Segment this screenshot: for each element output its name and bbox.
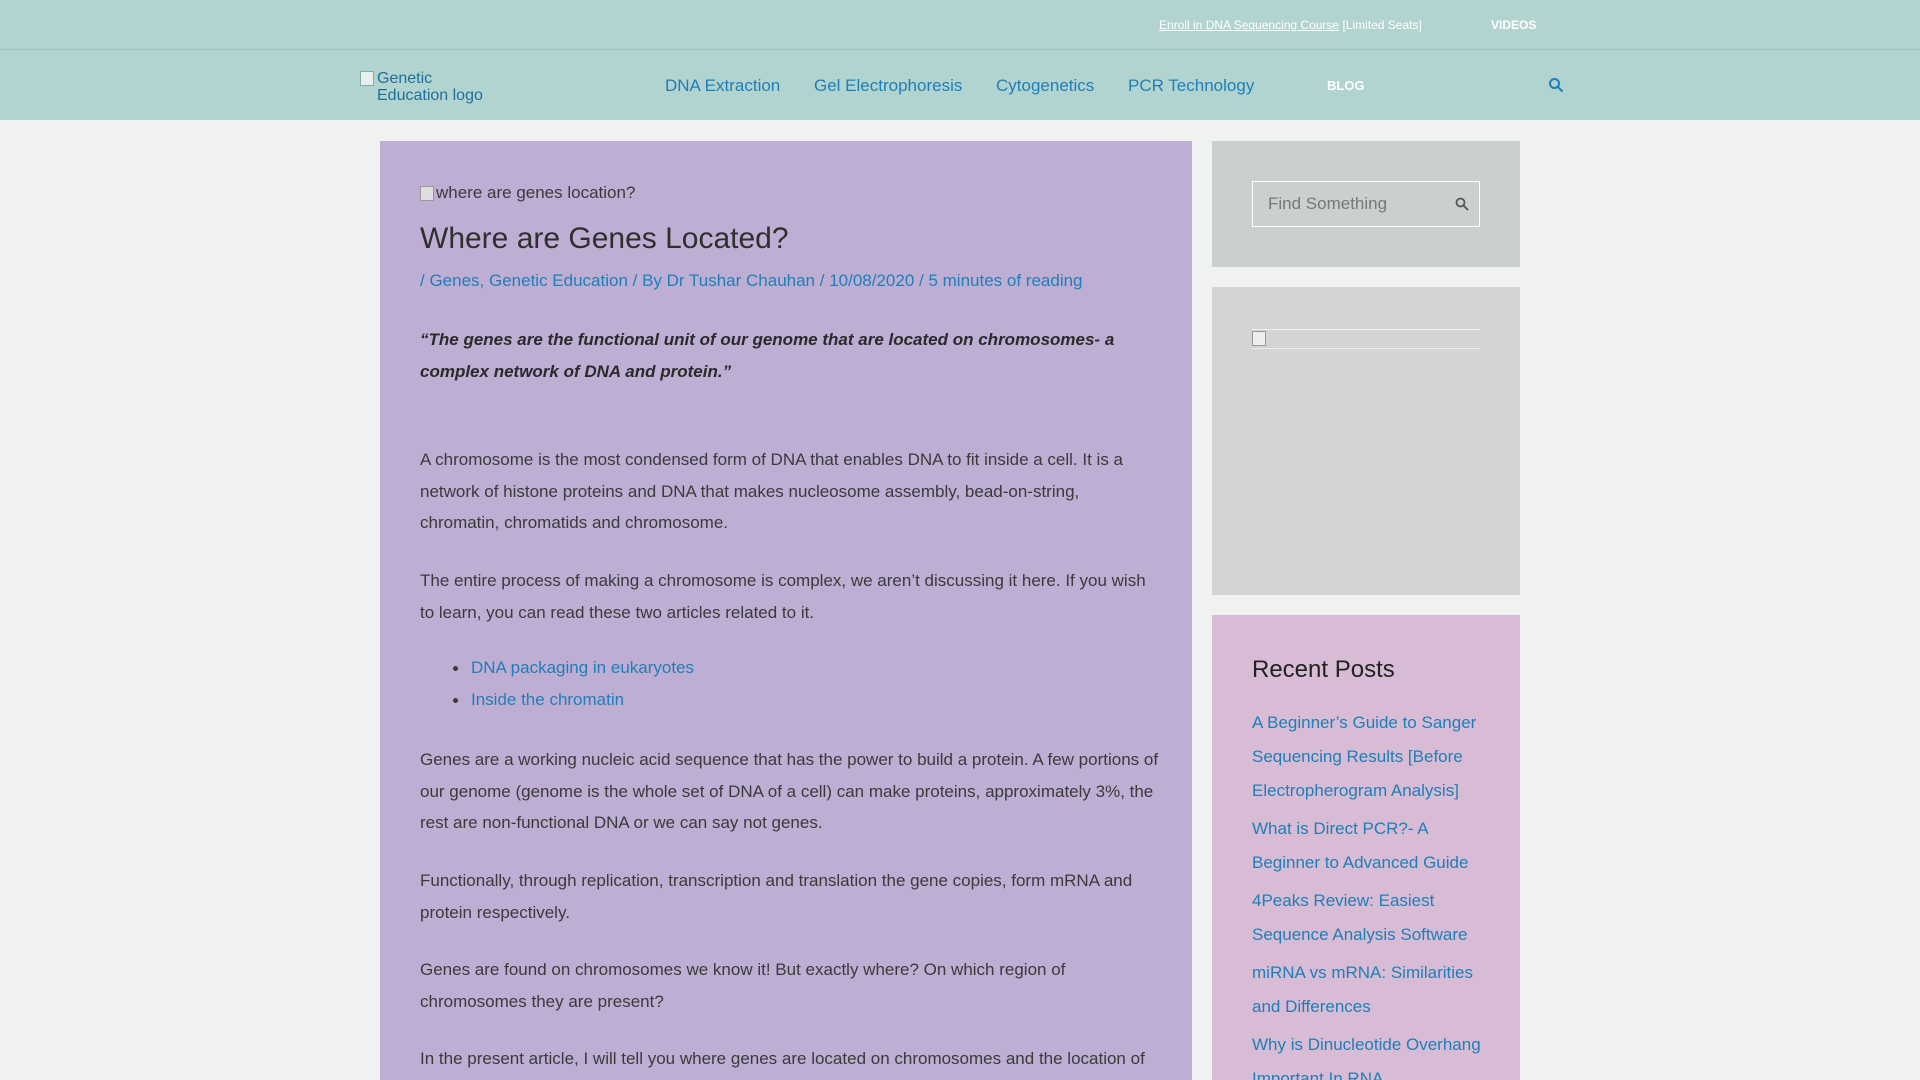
link-dna-packaging[interactable]: DNA packaging in eukaryotes — [471, 658, 694, 677]
image-widget — [1212, 287, 1520, 595]
article-quote: “The genes are the functional unit of ou… — [420, 330, 1115, 381]
post-date: 10/08/2020 — [829, 271, 915, 290]
article-meta: / Genes, Genetic Education / By Dr Tusha… — [420, 271, 1083, 291]
article-paragraph: Functionally, through replication, trans… — [420, 871, 1133, 922]
reading-time: 5 minutes of reading — [928, 271, 1083, 290]
broken-image-icon — [1252, 331, 1266, 346]
sidebar-image — [1252, 329, 1480, 349]
top-bar: Enroll in DNA Sequencing Course [Limited… — [0, 0, 1920, 50]
main-header: Genetic Education logo DNA Extraction Ge… — [0, 50, 1920, 120]
enroll-course-link[interactable]: Enroll in DNA Sequencing Course — [1159, 18, 1339, 32]
meta-by-label: / By — [627, 271, 667, 290]
nav-gel-electrophoresis[interactable]: Gel Electrophoresis — [814, 76, 962, 96]
recent-post-link[interactable]: What is Direct PCR?- A Beginner to Advan… — [1252, 819, 1468, 872]
list-item: A Beginner’s Guide to Sanger Sequencing … — [1252, 706, 1488, 808]
article-paragraph: Genes are a working nucleic acid sequenc… — [420, 750, 1159, 832]
list-item: 4Peaks Review: Easiest Sequence Analysis… — [1252, 884, 1488, 952]
article-paragraph: In the present article, I will tell you … — [420, 1049, 1145, 1068]
article-card: where are genes location? Where are Gene… — [380, 141, 1192, 1080]
site-logo[interactable]: Genetic Education logo — [360, 70, 500, 104]
article-title: Where are Genes Located? — [420, 222, 789, 255]
recent-posts-widget: Recent Posts A Beginner’s Guide to Sange… — [1212, 615, 1520, 1080]
logo-alt-text: Genetic Education logo — [377, 70, 483, 104]
category-genes-link[interactable]: Genes — [429, 271, 479, 290]
recent-posts-title: Recent Posts — [1252, 656, 1395, 683]
meta-separator: / — [914, 271, 929, 290]
recent-posts-list: A Beginner’s Guide to Sanger Sequencing … — [1252, 706, 1488, 1080]
article-paragraph: A chromosome is the most condensed form … — [420, 450, 1124, 532]
list-item: DNA packaging in eukaryotes — [420, 652, 1120, 684]
list-item: Inside the chromatin — [420, 684, 1120, 716]
link-inside-chromatin[interactable]: Inside the chromatin — [471, 690, 624, 709]
recent-post-link[interactable]: A Beginner’s Guide to Sanger Sequencing … — [1252, 713, 1476, 800]
featured-image: where are genes location? — [420, 183, 635, 203]
enroll-banner: Enroll in DNA Sequencing Course [Limited… — [1159, 18, 1422, 32]
broken-image-icon — [420, 185, 434, 201]
list-item: Why is Dinucleotide Overhang Important I… — [1252, 1028, 1488, 1080]
author-link[interactable]: Dr Tushar Chauhan — [667, 271, 815, 290]
search-form — [1252, 181, 1480, 227]
meta-separator: / — [815, 271, 830, 290]
enroll-suffix: [Limited Seats] — [1339, 18, 1422, 32]
broken-image-icon — [360, 71, 374, 86]
search-icon[interactable] — [1455, 197, 1469, 211]
meta-separator: , — [479, 271, 489, 290]
search-input[interactable] — [1253, 182, 1443, 226]
nav-dna-extraction[interactable]: DNA Extraction — [665, 76, 780, 96]
related-articles-list: DNA packaging in eukaryotes Inside the c… — [420, 652, 1120, 716]
videos-link[interactable]: VIDEOS — [1491, 18, 1536, 32]
list-item: miRNA vs mRNA: Similarities and Differen… — [1252, 956, 1488, 1024]
list-item: What is Direct PCR?- A Beginner to Advan… — [1252, 812, 1488, 880]
recent-post-link[interactable]: Why is Dinucleotide Overhang Important I… — [1252, 1035, 1481, 1080]
category-genetic-education-link[interactable]: Genetic Education — [489, 271, 628, 290]
search-icon[interactable] — [1548, 77, 1564, 93]
recent-post-link[interactable]: miRNA vs mRNA: Similarities and Differen… — [1252, 963, 1473, 1016]
featured-image-alt: where are genes location? — [436, 183, 636, 202]
search-widget — [1212, 141, 1520, 267]
recent-post-link[interactable]: 4Peaks Review: Easiest Sequence Analysis… — [1252, 891, 1467, 944]
nav-pcr-technology[interactable]: PCR Technology — [1128, 76, 1254, 96]
article-paragraph: The entire process of making a chromosom… — [420, 571, 1146, 622]
article-paragraph: Genes are found on chromosomes we know i… — [420, 960, 1066, 1011]
nav-blog[interactable]: BLOG — [1327, 78, 1365, 93]
nav-cytogenetics[interactable]: Cytogenetics — [996, 76, 1094, 96]
